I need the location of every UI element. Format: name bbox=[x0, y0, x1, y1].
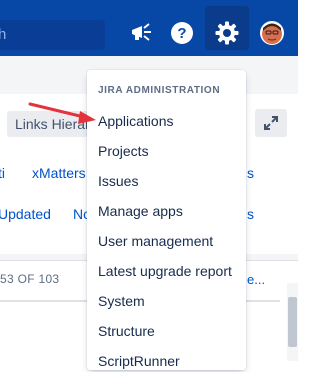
svg-text:?: ? bbox=[177, 25, 186, 42]
expand-icon[interactable] bbox=[255, 109, 287, 137]
tab-link-xmatters[interactable]: xMatters bbox=[32, 165, 86, 181]
jira-administration-menu: JIRA ADMINISTRATION Applications Project… bbox=[87, 70, 246, 370]
scrollbar-thumb[interactable] bbox=[288, 297, 297, 347]
help-icon[interactable]: ? bbox=[166, 17, 198, 49]
sort-link-updated[interactable]: Updated bbox=[0, 206, 51, 222]
menu-item-scriptrunner[interactable]: ScriptRunner bbox=[98, 350, 246, 372]
results-count: 53 OF 103 bbox=[0, 272, 60, 286]
menu-item-applications[interactable]: Applications bbox=[98, 110, 246, 132]
search-text: h bbox=[0, 26, 7, 43]
menu-heading: JIRA ADMINISTRATION bbox=[98, 85, 221, 96]
avatar[interactable] bbox=[256, 17, 288, 49]
menu-item-manage-apps[interactable]: Manage apps bbox=[98, 200, 246, 222]
tab-link-1[interactable]: ti bbox=[0, 165, 5, 181]
menu-item-issues[interactable]: Issues bbox=[98, 170, 246, 192]
menu-item-system[interactable]: System bbox=[98, 290, 246, 312]
gear-icon[interactable] bbox=[211, 17, 243, 49]
menu-item-user-management[interactable]: User management bbox=[98, 230, 246, 252]
menu-item-latest-upgrade-report[interactable]: Latest upgrade report bbox=[98, 260, 246, 282]
menu-item-projects[interactable]: Projects bbox=[98, 140, 246, 162]
row-link-truncated[interactable]: e... bbox=[247, 272, 265, 287]
tab-link-3[interactable]: s bbox=[247, 165, 254, 181]
sort-link-3[interactable]: s bbox=[247, 206, 254, 222]
megaphone-icon[interactable] bbox=[126, 17, 158, 49]
search-input[interactable]: h bbox=[0, 20, 105, 50]
menu-item-structure[interactable]: Structure bbox=[98, 320, 246, 342]
top-navigation-bar: h ? bbox=[0, 0, 298, 56]
